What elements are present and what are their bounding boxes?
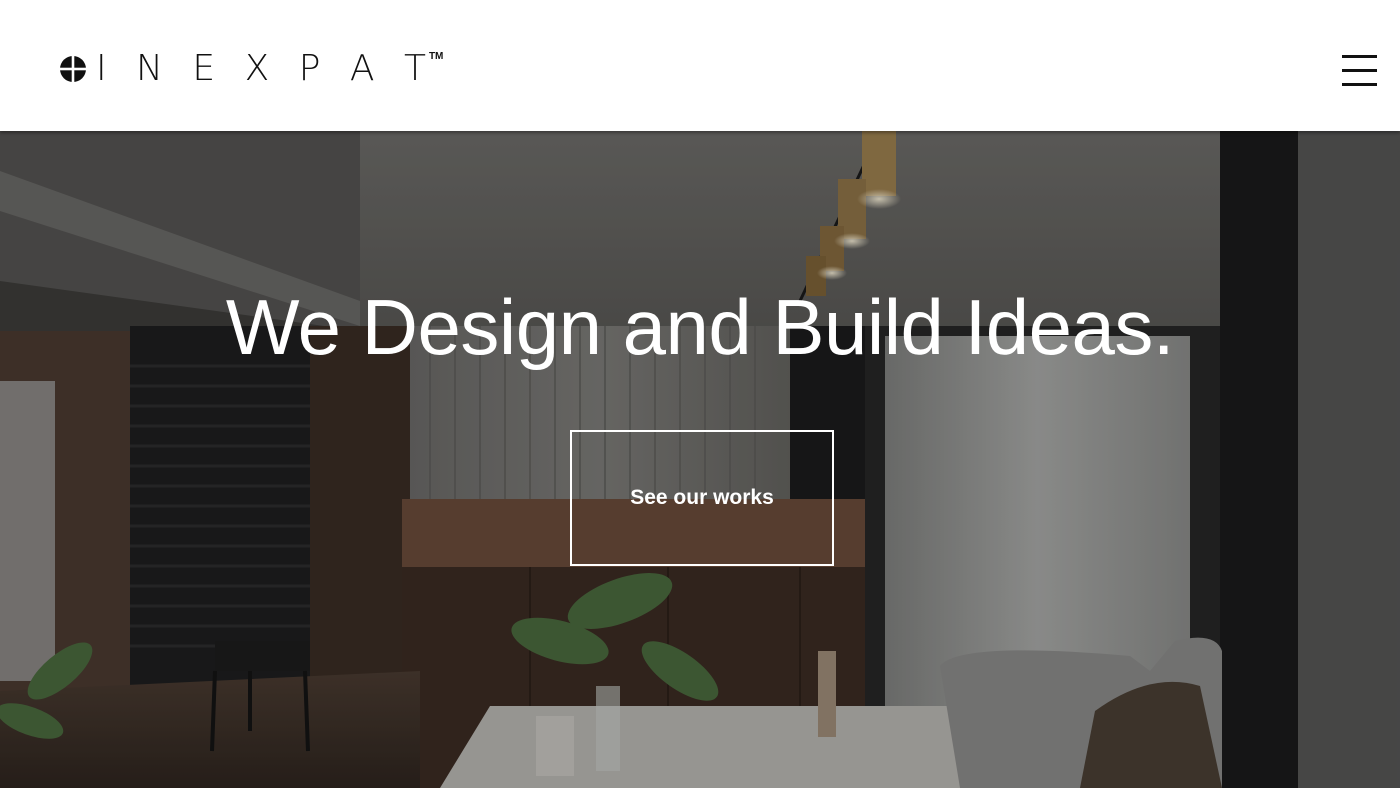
logo-mark-icon (59, 55, 87, 83)
logo-wordmark: I N E X P A T (96, 48, 435, 89)
brand-logo[interactable]: I N E X P A T TM (58, 50, 443, 88)
hero-headline: We Design and Build Ideas. (225, 283, 1175, 371)
site-header: I N E X P A T TM (0, 0, 1400, 131)
hamburger-menu-icon[interactable] (1342, 55, 1377, 86)
trademark-symbol: TM (428, 51, 444, 62)
see-our-works-button[interactable]: See our works (570, 430, 834, 566)
hero-section: We Design and Build Ideas. See our works (0, 131, 1400, 788)
